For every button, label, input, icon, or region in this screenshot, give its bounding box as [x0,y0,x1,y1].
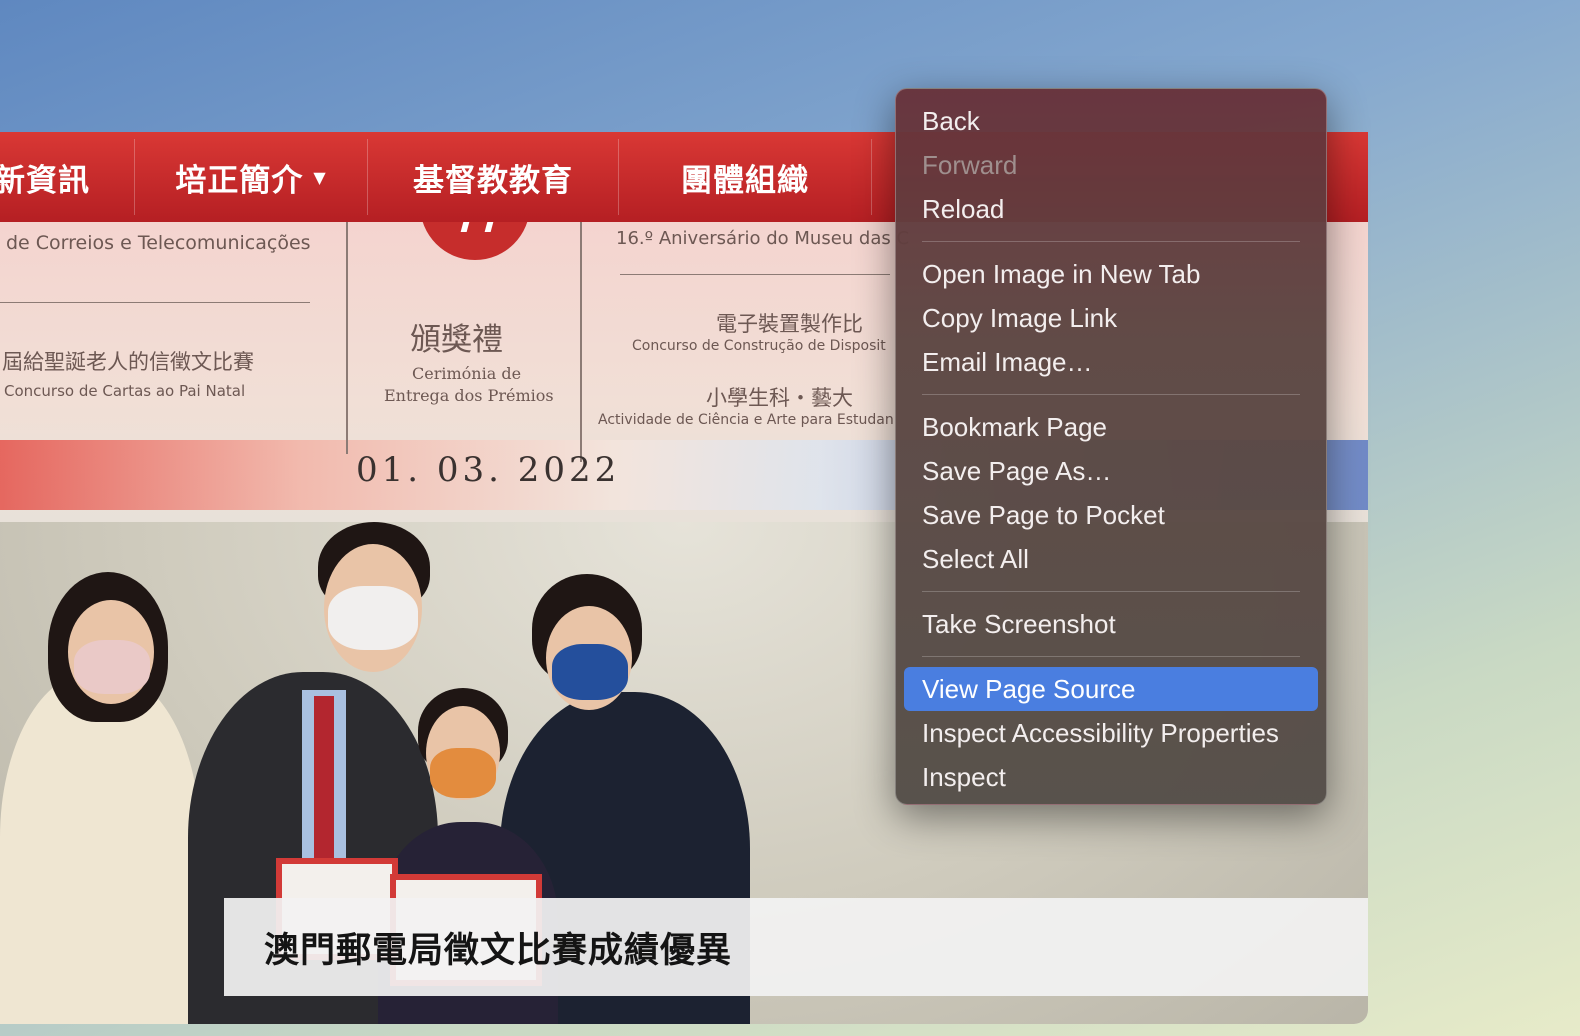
poster-text: 頒獎禮 [410,322,503,358]
menu-item-reload[interactable]: Reload [904,187,1318,231]
poster-text: Concurso de Cartas ao Pai Natal [4,382,246,400]
menu-separator [922,394,1300,395]
poster-text: 16.º Aniversário do Museu das C [616,228,910,249]
nav-item-christian-education[interactable]: 基督教教育 [368,139,619,215]
face-mask [430,748,496,798]
poster-text: Actividade de Ciência e Arte para Estuda… [598,412,894,428]
poster-divider [346,222,348,454]
poster-text: 電子裝置製作比 [716,312,863,336]
poster-date: 01. 03. 2022 [356,450,621,490]
menu-item-inspect[interactable]: Inspect [904,755,1318,799]
poster-text: Cerimónia de [412,364,522,383]
menu-separator [922,591,1300,592]
poster-rule [0,302,310,303]
dropdown-arrow-icon: ▼ [313,167,327,187]
nav-item-label: 基督教教育 [413,162,573,199]
news-caption[interactable]: 澳門郵電局徵文比賽成績優異 [224,898,1368,996]
poster-divider [580,222,582,462]
caption-title: 澳門郵電局徵文比賽成績優異 [264,930,733,971]
nav-item-label: 新資訊 [0,162,90,199]
poster-text: Concurso de Construção de Disposit [632,338,886,354]
context-menu: Back Forward Reload Open Image in New Tab Co… [895,88,1327,805]
menu-separator [922,241,1300,242]
face-mask [328,586,418,650]
menu-item-open-image-in-new-tab[interactable]: Open Image in New Tab [904,252,1318,296]
face-mask [552,644,628,700]
nav-item-news[interactable]: 新資訊 [0,139,135,215]
face-mask [74,640,150,694]
poster-text: 屆給聖誕老人的信徵文比賽 [2,350,254,374]
nav-item-label: 團體組織 [681,162,809,199]
nav-item-label: 培正簡介 [175,162,304,199]
menu-item-bookmark-page[interactable]: Bookmark Page [904,405,1318,449]
menu-item-copy-image-link[interactable]: Copy Image Link [904,296,1318,340]
menu-separator [922,656,1300,657]
menu-item-forward: Forward [922,150,1018,180]
poster-text: Entrega dos Prémios [384,386,554,405]
menu-item-email-image[interactable]: Email Image… [904,340,1318,384]
menu-item-view-page-source[interactable]: View Page Source [904,667,1318,711]
menu-item-inspect-accessibility-properties[interactable]: Inspect Accessibility Properties [904,711,1318,755]
menu-item-select-all[interactable]: Select All [904,537,1318,581]
nav-item-about[interactable]: 培正簡介 ▼ [135,139,368,215]
menu-item-take-screenshot[interactable]: Take Screenshot [904,602,1318,646]
poster-text: de Correios e Telecomunicações [6,232,311,254]
nav-item-organizations[interactable]: 團體組織 [619,139,872,215]
menu-item-back[interactable]: Back [904,99,1318,143]
poster-rule [620,274,890,275]
menu-item-save-page-as[interactable]: Save Page As… [904,449,1318,493]
person-figure [0,672,200,1024]
poster-text: 小學生科・藝大 [706,386,853,410]
menu-item-save-page-to-pocket[interactable]: Save Page to Pocket [904,493,1318,537]
